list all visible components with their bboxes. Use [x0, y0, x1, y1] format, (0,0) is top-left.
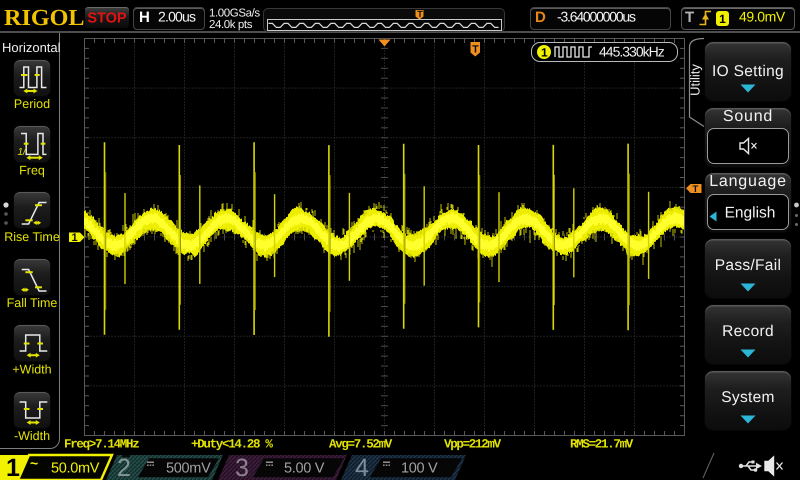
svg-text:1: 1 [6, 454, 20, 480]
svg-text:49.0mV: 49.0mV [739, 8, 786, 24]
svg-text:H: H [139, 9, 150, 26]
svg-text:3: 3 [235, 454, 249, 480]
svg-text:5.00 V: 5.00 V [284, 461, 325, 477]
svg-text:Utility: Utility [688, 64, 703, 96]
svg-text:4: 4 [355, 454, 369, 480]
svg-text:T: T [685, 9, 694, 26]
svg-text:24.0k pts: 24.0k pts [209, 19, 253, 31]
svg-text:Freq: Freq [19, 163, 45, 177]
svg-text:RIGOL: RIGOL [4, 5, 85, 30]
svg-text:Language: Language [709, 173, 787, 190]
svg-text:Fall Time: Fall Time [7, 296, 58, 310]
svg-text:445.330kHz: 445.330kHz [599, 44, 665, 60]
svg-text:Record: Record [722, 323, 774, 340]
svg-text:RMS=21.7mV: RMS=21.7mV [570, 438, 634, 452]
svg-text:T: T [693, 184, 699, 195]
svg-text:1: 1 [719, 12, 726, 26]
svg-text:1: 1 [541, 46, 548, 60]
svg-text:500mV: 500mV [166, 461, 211, 477]
svg-text:Sound: Sound [723, 108, 773, 125]
svg-text:IO Setting: IO Setting [712, 63, 784, 80]
svg-text:1.00GSa/s: 1.00GSa/s [209, 7, 260, 19]
svg-text:Pass/Fail: Pass/Fail [715, 257, 781, 274]
svg-text:Horizontal: Horizontal [2, 40, 61, 55]
svg-text:100 V: 100 V [401, 461, 438, 477]
svg-text:50.0mV: 50.0mV [51, 461, 100, 477]
svg-text:Period: Period [14, 97, 50, 111]
svg-text:1: 1 [72, 232, 78, 244]
svg-text:-3.64000000us: -3.64000000us [557, 8, 636, 24]
svg-text:Avg=7.52mV: Avg=7.52mV [329, 438, 393, 452]
svg-text:~: ~ [30, 455, 38, 471]
svg-text:Freq>7.14MHz: Freq>7.14MHz [64, 438, 139, 452]
svg-text:+Duty<14.28 %: +Duty<14.28 % [191, 438, 273, 452]
svg-text:+Width: +Width [12, 363, 51, 377]
svg-text:D: D [535, 9, 546, 26]
svg-text:2: 2 [117, 454, 131, 480]
svg-text:Rise Time: Rise Time [4, 230, 60, 244]
svg-text:T: T [472, 44, 479, 56]
svg-text:System: System [721, 389, 774, 406]
svg-text:-Width: -Width [14, 429, 50, 443]
svg-text:STOP: STOP [87, 10, 127, 26]
svg-text:2.00us: 2.00us [158, 8, 196, 24]
svg-text:Vpp=212mV: Vpp=212mV [444, 438, 502, 452]
svg-text:English: English [725, 205, 776, 222]
svg-text:T: T [417, 9, 423, 19]
